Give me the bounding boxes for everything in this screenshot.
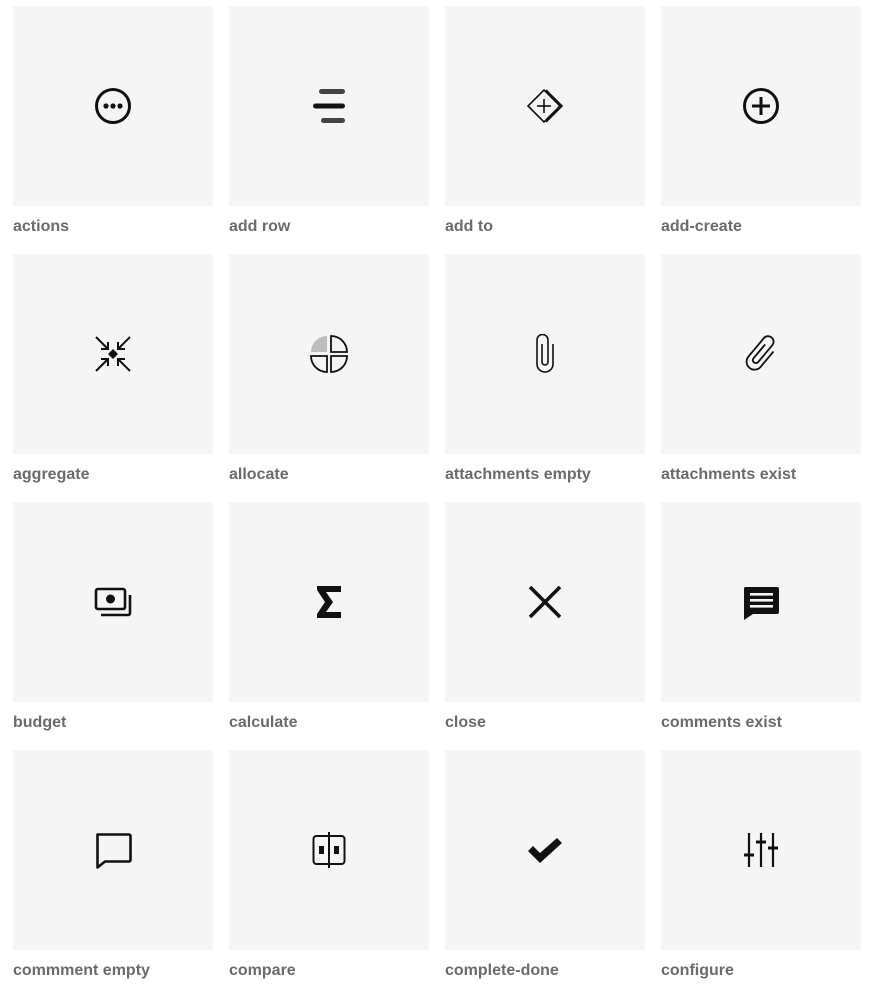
- icon-tile[interactable]: [445, 6, 645, 206]
- allocate-icon: [310, 335, 348, 373]
- icon-card-add-create[interactable]: add-create: [661, 6, 861, 236]
- icon-label: comments exist: [661, 714, 782, 731]
- icon-card-allocate[interactable]: allocate: [229, 254, 429, 484]
- icon-label: add-create: [661, 218, 742, 235]
- icon-card-comment-empty[interactable]: commment empty: [13, 750, 213, 980]
- icon-label: close: [445, 714, 486, 731]
- icon-tile[interactable]: [13, 254, 213, 454]
- icon-card-add-to[interactable]: add to: [445, 6, 645, 236]
- icon-label: attachments empty: [445, 466, 591, 483]
- budget-icon: [94, 587, 132, 617]
- icon-card-budget[interactable]: budget: [13, 502, 213, 732]
- icon-card-configure[interactable]: configure: [661, 750, 861, 980]
- icon-card-close[interactable]: close: [445, 502, 645, 732]
- icon-label: aggregate: [13, 466, 90, 483]
- icon-tile[interactable]: [229, 502, 429, 702]
- add-row-icon: [313, 89, 345, 123]
- icon-label: compare: [229, 962, 296, 979]
- add-to-icon: [526, 88, 564, 124]
- icon-card-add-row[interactable]: add row: [229, 6, 429, 236]
- icon-tile[interactable]: [445, 750, 645, 950]
- icon-label: complete-done: [445, 962, 559, 979]
- icon-tile[interactable]: [13, 750, 213, 950]
- icon-label: add row: [229, 218, 291, 235]
- add-create-icon: [743, 88, 779, 124]
- icon-label: commment empty: [13, 962, 150, 979]
- calculate-icon: [317, 586, 341, 618]
- icon-tile[interactable]: [661, 6, 861, 206]
- icon-card-actions[interactable]: actions: [13, 6, 213, 236]
- icon-label: configure: [661, 962, 734, 979]
- icon-card-comments-exist[interactable]: comments exist: [661, 502, 861, 732]
- icon-tile[interactable]: [229, 750, 429, 950]
- icon-tile[interactable]: [229, 254, 429, 454]
- icon-label: budget: [13, 714, 67, 731]
- icon-label: allocate: [229, 466, 289, 483]
- attachments-empty-icon: [536, 334, 554, 373]
- close-icon: [528, 585, 562, 619]
- icon-gallery: actions add row add to add-create aggreg…: [0, 0, 891, 991]
- icon-card-complete-done[interactable]: complete-done: [445, 750, 645, 980]
- aggregate-icon: [95, 336, 131, 372]
- icon-label: add to: [445, 218, 493, 235]
- icon-tile[interactable]: [13, 6, 213, 206]
- comment-empty-icon: [96, 833, 132, 869]
- icon-label: attachments exist: [661, 466, 797, 483]
- icon-tile[interactable]: [229, 6, 429, 206]
- icon-card-attachments-exist[interactable]: attachments exist: [661, 254, 861, 484]
- configure-icon: [744, 833, 778, 867]
- icon-tile[interactable]: [13, 502, 213, 702]
- icon-label: actions: [13, 218, 70, 235]
- comments-exist-icon: [743, 587, 779, 620]
- icon-card-calculate[interactable]: calculate: [229, 502, 429, 732]
- icon-card-compare[interactable]: compare: [229, 750, 429, 980]
- actions-icon: [95, 88, 131, 124]
- icon-card-attachments-empty[interactable]: attachments empty: [445, 254, 645, 484]
- icon-card-aggregate[interactable]: aggregate: [13, 254, 213, 484]
- icon-tile[interactable]: [661, 502, 861, 702]
- icon-tile[interactable]: [661, 254, 861, 454]
- compare-icon: [312, 832, 346, 868]
- icon-label: calculate: [229, 714, 298, 731]
- icon-tile[interactable]: [661, 750, 861, 950]
- complete-done-icon: [528, 838, 562, 863]
- icon-tile[interactable]: [445, 502, 645, 702]
- attachments-exist-icon: [745, 335, 775, 371]
- icon-tile[interactable]: [445, 254, 645, 454]
